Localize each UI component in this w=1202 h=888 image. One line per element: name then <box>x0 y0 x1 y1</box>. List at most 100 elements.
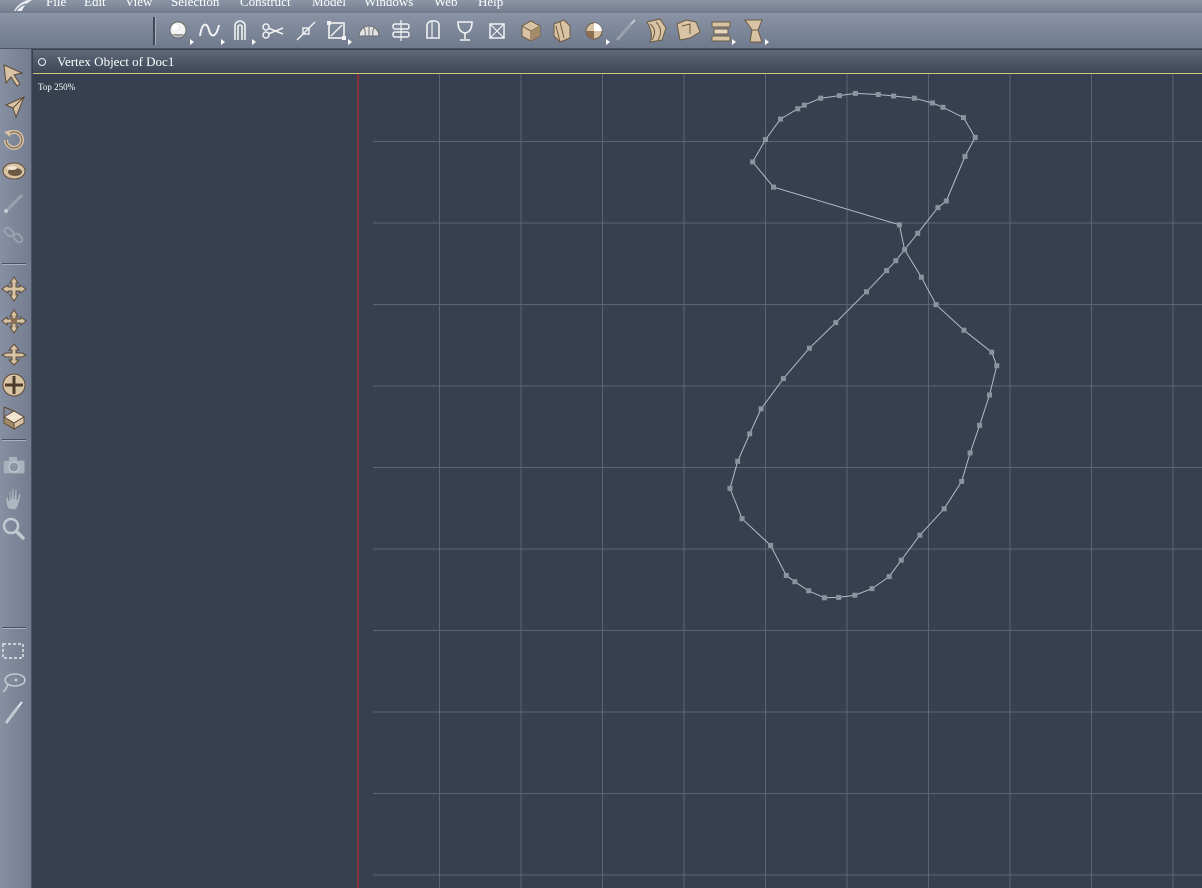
camera-tool-button[interactable] <box>0 451 28 479</box>
curve-vertex[interactable] <box>967 450 973 456</box>
curve-vertex[interactable] <box>961 115 966 121</box>
curve-vertex[interactable] <box>727 485 733 491</box>
curve-vertex[interactable] <box>896 222 902 228</box>
spline-curve[interactable] <box>729 92 998 599</box>
curve-vertex[interactable] <box>818 95 824 101</box>
curve-vertex[interactable] <box>994 363 1000 369</box>
curve-vertex[interactable] <box>795 106 801 112</box>
curve-vertex[interactable] <box>778 116 783 122</box>
sphere-tool-button[interactable] <box>165 16 194 46</box>
curve-vertex[interactable] <box>943 198 949 204</box>
menu-edit[interactable]: Edit <box>84 0 106 9</box>
curve-vertex[interactable] <box>933 302 939 308</box>
wrap-tool-button[interactable] <box>548 16 576 46</box>
rotate-tool-button[interactable] <box>0 126 28 154</box>
scale-tool-button[interactable] <box>0 371 28 399</box>
crossed-box-tool-button[interactable] <box>484 16 512 46</box>
bounding-box-tool-button[interactable] <box>323 16 352 46</box>
curve-vertex[interactable] <box>869 586 875 592</box>
move-vertical-tool-button[interactable] <box>0 340 28 368</box>
curve-vertex[interactable] <box>987 392 992 398</box>
curve-vertex[interactable] <box>893 258 899 264</box>
extrude-tool-button[interactable] <box>420 16 448 46</box>
select-arrow-tool-button[interactable] <box>0 61 28 89</box>
move-planar-tool-button[interactable] <box>0 307 28 335</box>
curve-vertex[interactable] <box>783 573 789 578</box>
curve-vertex[interactable] <box>806 588 812 594</box>
paint-select-tool-button[interactable] <box>0 699 28 727</box>
curve-vertex[interactable] <box>915 230 921 236</box>
curve-vertex[interactable] <box>886 574 892 580</box>
curve-vertex[interactable] <box>852 592 858 598</box>
lasso-select-tool-button[interactable] <box>0 668 28 696</box>
more-tools-indicator-icon[interactable] <box>348 39 352 45</box>
add-point-tool-button[interactable] <box>292 16 320 46</box>
curve-vertex[interactable] <box>768 542 774 548</box>
deform-align-tool-button[interactable] <box>707 16 736 46</box>
scissors-tool-button[interactable] <box>260 16 288 46</box>
document-title-bar[interactable]: Vertex Object of Doc1 <box>33 50 1202 74</box>
curve-vertex[interactable] <box>891 93 897 99</box>
curve-vertex[interactable] <box>763 137 768 143</box>
curve-vertex[interactable] <box>792 579 798 585</box>
close-window-icon[interactable] <box>38 58 46 66</box>
more-tools-indicator-icon[interactable] <box>221 39 225 45</box>
curve-vertex[interactable] <box>972 134 978 140</box>
curve-vertex[interactable] <box>929 100 935 106</box>
pan-hand-tool-button[interactable] <box>0 485 28 513</box>
more-tools-indicator-icon[interactable] <box>765 39 769 45</box>
material-ball-tool-button[interactable] <box>581 16 610 46</box>
menu-file[interactable]: File <box>46 0 66 9</box>
deform-twist-tool-button[interactable] <box>642 16 670 46</box>
marquee-select-tool-button[interactable] <box>0 636 28 664</box>
curve-vertex[interactable] <box>977 422 983 428</box>
unlink-tool-button[interactable] <box>0 221 28 249</box>
curve-vertex[interactable] <box>821 595 827 601</box>
more-tools-indicator-icon[interactable] <box>606 39 610 45</box>
curve-vertex[interactable] <box>884 268 890 274</box>
curve-vertex[interactable] <box>771 184 776 190</box>
menu-selection[interactable]: Selection <box>171 0 219 9</box>
zoom-tool-button[interactable] <box>0 515 28 543</box>
menu-view[interactable]: View <box>125 0 152 9</box>
direct-select-tool-button[interactable] <box>0 93 28 121</box>
curve-vertex[interactable] <box>806 345 812 351</box>
curve-vertex[interactable] <box>864 289 869 295</box>
move-tool-button[interactable] <box>0 275 28 303</box>
curve-vertex[interactable] <box>989 349 995 355</box>
spline-tool-button[interactable] <box>196 16 225 46</box>
curve-vertex[interactable] <box>911 95 917 101</box>
curve-vertex[interactable] <box>735 458 741 464</box>
curve-vertex[interactable] <box>941 506 947 512</box>
curve-vertex[interactable] <box>902 247 908 253</box>
curve-vertex[interactable] <box>918 274 924 280</box>
menu-model[interactable]: Model <box>312 0 346 9</box>
dome-tool-button[interactable] <box>356 16 384 46</box>
more-tools-indicator-icon[interactable] <box>190 39 194 45</box>
curve-vertex[interactable] <box>853 90 858 96</box>
curve-vertex[interactable] <box>875 92 881 97</box>
curve-vertex[interactable] <box>959 478 965 484</box>
curve-vertex[interactable] <box>750 159 756 165</box>
curve-vertex[interactable] <box>917 532 923 538</box>
more-tools-indicator-icon[interactable] <box>252 39 256 45</box>
sweep-tool-button[interactable] <box>388 16 416 46</box>
virtual-trackball-tool-button[interactable] <box>0 157 28 185</box>
curve-vertex[interactable] <box>940 104 946 110</box>
modeling-viewport[interactable]: Top 250% <box>33 74 1202 888</box>
deform-bend-tool-button[interactable] <box>674 16 702 46</box>
curve-vertex[interactable] <box>833 320 839 326</box>
curve-vertex[interactable] <box>961 327 967 333</box>
lathe-tool-button[interactable] <box>227 16 256 46</box>
menu-web[interactable]: Web <box>434 0 458 9</box>
curve-vertex[interactable] <box>801 102 807 108</box>
goblet-tool-button[interactable] <box>452 16 480 46</box>
curve-vertex[interactable] <box>758 406 764 412</box>
curve-vertex[interactable] <box>780 376 786 382</box>
menu-help[interactable]: Help <box>478 0 503 9</box>
more-tools-indicator-icon[interactable] <box>732 39 736 45</box>
menu-windows[interactable]: Windows <box>364 0 413 9</box>
curve-vertex[interactable] <box>836 93 842 99</box>
menu-construct[interactable]: Construct <box>240 0 291 9</box>
curve-vertex[interactable] <box>747 431 753 437</box>
